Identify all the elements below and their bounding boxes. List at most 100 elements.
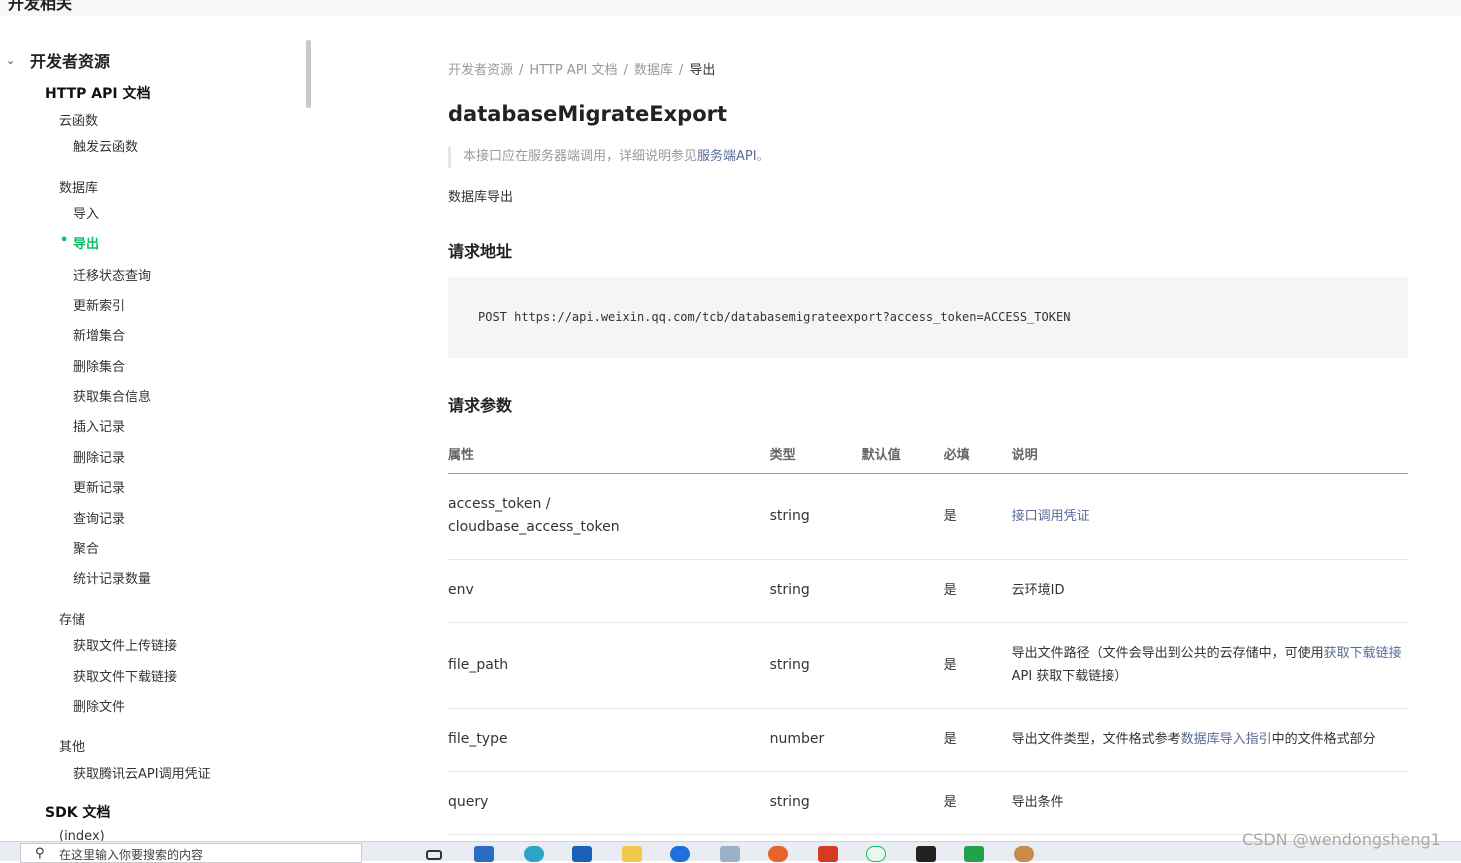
col-header-type: 类型: [769, 434, 862, 474]
param-default-cell: [861, 622, 944, 709]
param-desc-cell: 导出文件类型，文件格式参考数据库导入指引中的文件格式部分: [1011, 708, 1408, 772]
sidebar-group-label: 开发者资源: [30, 52, 111, 71]
desc-text: 导出条件: [1011, 795, 1064, 810]
search-icon: ⚲: [35, 846, 45, 861]
param-name: file_type: [448, 731, 508, 747]
breadcrumb-item[interactable]: 数据库: [634, 63, 673, 78]
table-row: access_token / cloudbase_access_token str…: [448, 473, 1408, 560]
chevron-down-icon: ⌄: [6, 53, 16, 67]
param-default-cell: [861, 473, 944, 560]
api-note: 本接口应在服务器端调用，详细说明参见服务端API。: [448, 146, 770, 168]
param-default-cell: [861, 708, 944, 772]
sidebar-item[interactable]: 聚合: [73, 538, 99, 557]
table-header-row: 属性 类型 默认值 必填 说明: [448, 434, 1408, 474]
param-name: access_token / cloudbase_access_token: [448, 496, 620, 535]
breadcrumb: 开发者资源 / HTTP API 文档 / 数据库 / 导出: [448, 63, 716, 78]
page-title: databaseMigrateExport: [448, 102, 728, 126]
param-default-cell: [861, 771, 944, 835]
desc-text-after: 中的文件格式部分: [1271, 732, 1376, 747]
sidebar: ⌄ 开发者资源 HTTP API 文档云函数触发云函数数据库导入导出迁移状态查询…: [0, 16, 305, 841]
server-api-link[interactable]: 服务端API: [697, 149, 757, 164]
firefox-icon[interactable]: [768, 846, 788, 862]
desc-link[interactable]: 数据库导入指引: [1181, 732, 1272, 747]
param-type-cell: string: [769, 559, 862, 623]
sidebar-item[interactable]: (index): [59, 829, 105, 841]
office-icon[interactable]: [818, 846, 838, 862]
col-header-attr: 属性: [448, 434, 770, 474]
sidebar-item[interactable]: 删除记录: [73, 447, 125, 466]
sidebar-item[interactable]: 删除文件: [73, 696, 125, 715]
sidebar-group-dev-resources[interactable]: ⌄ 开发者资源: [6, 48, 110, 72]
col-header-default: 默认值: [861, 434, 944, 474]
sidebar-item[interactable]: 云函数: [59, 110, 98, 129]
taskbar-search-input[interactable]: ⚲ 在这里输入你要搜索的内容: [20, 843, 362, 863]
sidebar-scrollbar[interactable]: [306, 40, 311, 108]
breadcrumb-item[interactable]: 开发者资源: [448, 63, 513, 78]
param-name-cell: file_type: [448, 708, 770, 772]
app-green-icon[interactable]: [964, 846, 984, 862]
table-row: file_path string 是导出文件路径（文件会导出到公共的云存储中，可使用…: [448, 622, 1408, 709]
param-desc-cell: 导出文件路径（文件会导出到公共的云存储中，可使用获取下载链接 API 获取下载链…: [1011, 622, 1408, 709]
sidebar-item[interactable]: 新增集合: [73, 325, 125, 344]
sidebar-item[interactable]: 删除集合: [73, 356, 125, 375]
app-icon[interactable]: [670, 846, 690, 862]
desc-text: 云环境ID: [1011, 583, 1065, 598]
sidebar-item[interactable]: 插入记录: [73, 416, 125, 435]
sidebar-item[interactable]: 迁移状态查询: [73, 265, 151, 284]
sidebar-item[interactable]: 更新索引: [73, 295, 125, 314]
param-name-cell: env: [448, 559, 770, 623]
desc-text: 导出文件类型，文件格式参考: [1011, 732, 1181, 747]
desc-link[interactable]: 获取下载链接: [1324, 646, 1402, 661]
param-required-cell: 是: [943, 771, 1012, 835]
sidebar-item[interactable]: 获取腾讯云API调用凭证: [73, 763, 211, 782]
params-table: 属性 类型 默认值 必填 说明 access_token / cloudbase…: [448, 434, 1408, 835]
sidebar-item[interactable]: 导入: [73, 203, 99, 222]
task-view-icon[interactable]: [426, 850, 442, 860]
breadcrumb-item[interactable]: HTTP API 文档: [529, 63, 617, 78]
param-type-cell: string: [769, 473, 862, 560]
files-icon[interactable]: [720, 846, 740, 862]
sidebar-item[interactable]: 数据库: [59, 177, 98, 196]
edge-icon[interactable]: [524, 846, 544, 862]
folder-icon[interactable]: [622, 846, 642, 862]
param-required-cell: 是: [943, 708, 1012, 772]
sidebar-item[interactable]: 更新记录: [73, 477, 125, 496]
sidebar-item[interactable]: 获取集合信息: [73, 386, 151, 405]
sidebar-item[interactable]: 查询记录: [73, 508, 125, 527]
param-required-cell: 是: [943, 622, 1012, 709]
section-request-params: 请求参数: [448, 396, 513, 415]
sidebar-item[interactable]: 存储: [59, 609, 85, 628]
sidebar-item[interactable]: HTTP API 文档: [45, 83, 150, 103]
code-block: POST https://api.weixin.qq.com/tcb/datab…: [448, 277, 1408, 358]
param-desc-cell: 接口调用凭证: [1011, 473, 1408, 560]
csdn-watermark: CSDN @wendongsheng1: [1242, 830, 1441, 849]
col-header-required: 必填: [943, 434, 1012, 474]
desc-link[interactable]: 接口调用凭证: [1012, 509, 1090, 524]
param-name-cell: query: [448, 771, 770, 835]
top-strip: 开发相关: [0, 0, 1461, 16]
param-name-cell: file_path: [448, 622, 770, 709]
sidebar-item[interactable]: 其他: [59, 736, 85, 755]
sidebar-item[interactable]: 触发云函数: [73, 136, 138, 155]
sidebar-item[interactable]: 获取文件下载链接: [73, 666, 177, 685]
app-avatar-icon[interactable]: [1014, 846, 1034, 862]
note-suffix: 。: [756, 149, 770, 164]
desc-text: 导出文件路径（文件会导出到公共的云存储中，可使用: [1011, 646, 1324, 661]
search-placeholder: 在这里输入你要搜索的内容: [59, 848, 204, 862]
terminal-icon[interactable]: [916, 846, 936, 862]
param-name: env: [448, 582, 474, 598]
table-row: file_type number 是导出文件类型，文件格式参考数据库导入指引中的文件…: [448, 708, 1408, 772]
store-icon[interactable]: [474, 846, 494, 862]
wechat-devtools-icon[interactable]: [866, 846, 886, 862]
section-request-url: 请求地址: [448, 242, 513, 261]
mail-icon[interactable]: [572, 846, 592, 862]
sidebar-item[interactable]: 统计记录数量: [73, 568, 151, 587]
param-type-cell: string: [769, 771, 862, 835]
sidebar-item[interactable]: SDK 文档: [45, 802, 110, 822]
sidebar-item[interactable]: 获取文件上传链接: [73, 635, 177, 654]
sidebar-cut-heading[interactable]: 开发相关: [8, 0, 72, 14]
sidebar-item-active[interactable]: 导出: [60, 233, 99, 252]
param-default-cell: [861, 559, 944, 623]
breadcrumb-current: 导出: [689, 63, 716, 78]
table-row: query string 是导出条件: [448, 771, 1408, 835]
